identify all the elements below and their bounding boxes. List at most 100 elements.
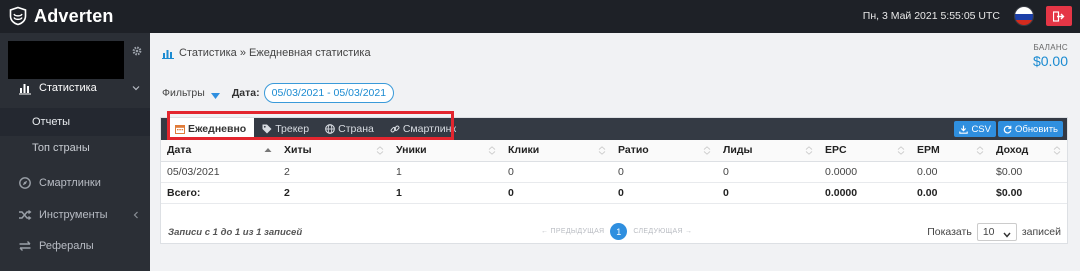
page-1-button[interactable]: 1 xyxy=(610,223,628,240)
table-cell: Всего: xyxy=(161,182,278,204)
column-label: Ратио xyxy=(618,144,649,157)
table-cell: 0.00 xyxy=(911,161,990,183)
column-header-uniques[interactable]: Уники xyxy=(390,140,502,162)
table-cell: 0 xyxy=(612,161,717,183)
russian-flag-icon[interactable] xyxy=(1014,6,1034,26)
panel-header: Ежедневно Трекер Страна Смартлинк CSV Об… xyxy=(161,111,1067,140)
table-cell: 05/03/2021 xyxy=(161,161,278,183)
column-header-hits[interactable]: Хиты xyxy=(278,140,390,162)
balance-label: БАЛАНС xyxy=(1033,43,1068,52)
main-content: Статистика » Ежедневная статистика БАЛАН… xyxy=(150,33,1080,271)
top-bar: Adverten Пн, 3 Май 2021 5:55:05 UTC xyxy=(0,0,1080,33)
prev-page-button[interactable]: ← ПРЕДЫДУЩАЯ xyxy=(541,228,604,235)
date-range-picker[interactable]: 05/03/2021 - 05/03/2021 xyxy=(263,83,395,103)
sidebar-subitem-reports[interactable]: Отчеты xyxy=(0,108,150,136)
table-cell: 0.00 xyxy=(911,182,990,204)
sort-icon xyxy=(488,146,496,155)
sort-icon xyxy=(976,146,984,155)
column-label: Дата xyxy=(167,144,192,157)
shuffle-icon xyxy=(18,208,32,222)
pagination: ← ПРЕДЫДУЩАЯ 1 СЛЕДУЮЩАЯ → xyxy=(541,223,692,240)
caret-down-icon xyxy=(210,90,220,99)
download-icon xyxy=(959,125,969,134)
chevron-down-icon xyxy=(132,83,140,91)
statistics-panel: Ежедневно Трекер Страна Смартлинк CSV Об… xyxy=(160,111,1068,244)
sort-icon xyxy=(703,146,711,155)
breadcrumb-separator: » xyxy=(236,47,250,59)
table-cell: $0.00 xyxy=(990,161,1067,183)
records-info: Записи с 1 до 1 из 1 записей xyxy=(168,227,303,238)
table-cell: 2 xyxy=(278,182,390,204)
chevron-left-icon xyxy=(132,210,140,219)
sort-icon xyxy=(376,146,384,155)
sidebar: Статистика Отчеты Топ страны Смартлинки … xyxy=(0,33,150,271)
tabs-highlight-box xyxy=(167,111,454,140)
column-header-clicks[interactable]: Клики xyxy=(502,140,612,162)
compass-icon xyxy=(18,176,32,190)
table-cell: 2 xyxy=(278,161,390,183)
balance-value: $0.00 xyxy=(1032,53,1068,69)
exchange-icon xyxy=(18,239,32,253)
breadcrumb-page: Ежедневная статистика xyxy=(249,47,371,59)
sort-icon xyxy=(598,146,606,155)
refresh-button-label: Обновить xyxy=(1014,123,1058,135)
column-label: EPC xyxy=(825,144,847,157)
table-cell: 0.0000 xyxy=(819,161,911,183)
sidebar-item-smartlinks[interactable]: Смартлинки xyxy=(0,168,150,198)
sort-icon xyxy=(897,146,905,155)
sort-icon xyxy=(805,146,813,155)
statistics-table: Дата Хиты Уники Клики Ратио Лиды EPC EPM… xyxy=(161,140,1067,204)
table-cell: 1 xyxy=(390,182,502,204)
per-page-control: Показать 10 записей xyxy=(927,223,1061,241)
table-cell: 0 xyxy=(717,182,819,204)
table-cell: 0 xyxy=(717,161,819,183)
column-label: Клики xyxy=(508,144,540,157)
breadcrumb-section[interactable]: Статистика xyxy=(179,47,237,59)
refresh-button[interactable]: Обновить xyxy=(997,121,1063,137)
column-label: Лиды xyxy=(723,144,753,157)
column-header-epc[interactable]: EPC xyxy=(819,140,911,162)
sidebar-subitem-top-countries[interactable]: Топ страны xyxy=(0,134,150,162)
refresh-icon xyxy=(1003,125,1012,134)
table-header-row: Дата Хиты Уники Клики Ратио Лиды EPC EPM… xyxy=(161,140,1067,162)
chevron-down-icon xyxy=(1003,229,1011,238)
table-total-row: Всего: 2 1 0 0 0 0.0000 0.00 $0.00 xyxy=(161,182,1067,204)
column-label: Хиты xyxy=(284,144,312,157)
show-label: Показать xyxy=(927,226,972,238)
column-header-income[interactable]: Доход xyxy=(990,140,1067,162)
sidebar-item-tools[interactable]: Инструменты xyxy=(0,200,150,230)
column-header-date[interactable]: Дата xyxy=(161,140,278,162)
column-label: Уники xyxy=(396,144,427,157)
table-footer: Записи с 1 до 1 из 1 записей ← ПРЕДЫДУЩА… xyxy=(161,223,1067,244)
csv-export-button[interactable]: CSV xyxy=(954,121,996,137)
next-page-button[interactable]: СЛЕДУЮЩАЯ → xyxy=(633,228,692,235)
sort-icon xyxy=(1053,146,1061,155)
sidebar-item-label: Рефералы xyxy=(39,240,94,252)
sidebar-item-statistics[interactable]: Статистика xyxy=(0,73,150,103)
sidebar-item-referrals[interactable]: Рефералы xyxy=(0,231,150,261)
bar-chart-icon xyxy=(162,48,174,59)
filters-toggle[interactable]: Фильтры xyxy=(162,87,220,99)
column-header-leads[interactable]: Лиды xyxy=(717,140,819,162)
table-cell: 0 xyxy=(612,182,717,204)
logout-button[interactable] xyxy=(1046,6,1072,26)
table-cell: 0 xyxy=(502,182,612,204)
filters-bar: Фильтры Дата: 05/03/2021 - 05/03/2021 xyxy=(162,83,395,103)
sidebar-item-label: Статистика xyxy=(39,82,97,94)
per-page-value: 10 xyxy=(982,226,995,238)
sort-asc-icon xyxy=(264,146,272,155)
gear-icon[interactable] xyxy=(131,45,143,57)
sign-out-icon xyxy=(1053,10,1065,22)
brand[interactable]: Adverten xyxy=(8,5,114,27)
sidebar-item-label: Инструменты xyxy=(39,209,108,221)
records-label: записей xyxy=(1021,226,1061,238)
brand-name: Adverten xyxy=(34,5,114,26)
column-header-ratio[interactable]: Ратио xyxy=(612,140,717,162)
date-label: Дата: xyxy=(231,87,260,99)
column-label: Доход xyxy=(996,144,1029,157)
per-page-select[interactable]: 10 xyxy=(976,223,1017,241)
table-cell: 0.0000 xyxy=(819,182,911,204)
server-datetime: Пн, 3 Май 2021 5:55:05 UTC xyxy=(862,10,1000,22)
csv-button-label: CSV xyxy=(971,123,991,135)
column-header-epm[interactable]: EPM xyxy=(911,140,990,162)
